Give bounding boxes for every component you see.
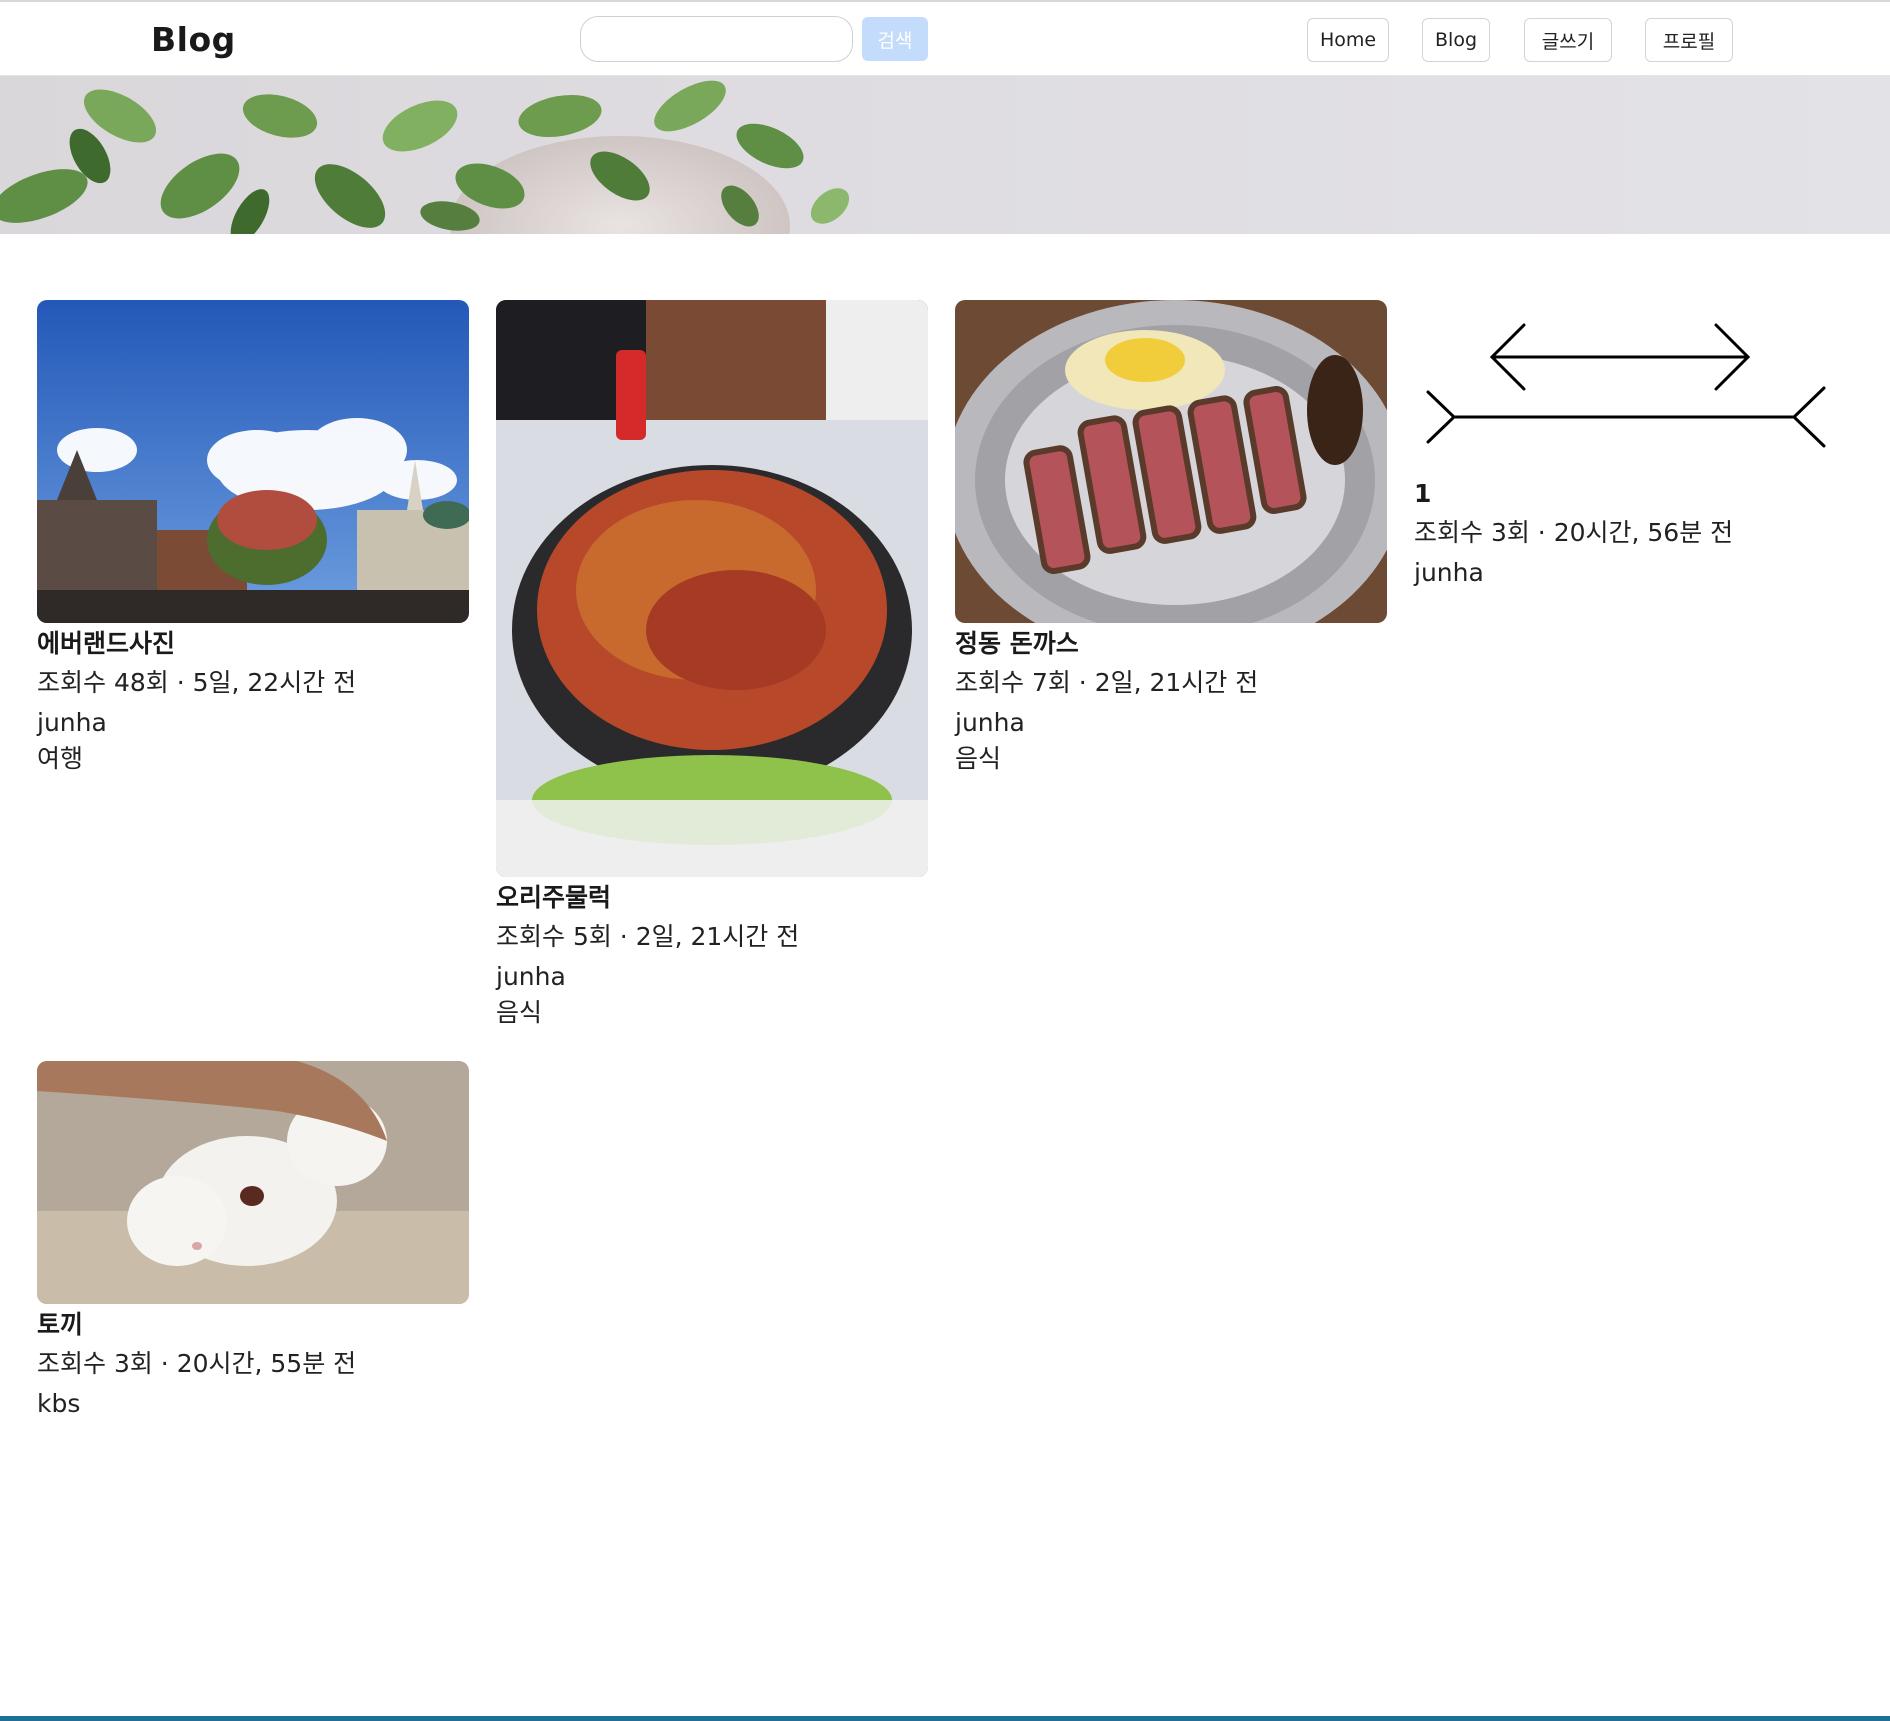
- post-meta: 조회수 3회 · 20시간, 56분 전: [1414, 518, 1734, 547]
- nav-write-button[interactable]: 글쓰기: [1524, 18, 1612, 62]
- pork-cutlet-photo: [955, 300, 1387, 623]
- post-category: 음식: [496, 998, 543, 1027]
- post-meta: 조회수 3회 · 20시간, 55분 전: [37, 1349, 357, 1378]
- post-thumbnail[interactable]: [37, 1061, 469, 1304]
- search-input[interactable]: [580, 16, 853, 62]
- plant-banner-image: [0, 80, 850, 234]
- nav-home-button[interactable]: Home: [1307, 18, 1389, 62]
- post-category: 음식: [955, 744, 1002, 773]
- amusement-park-photo: [37, 300, 469, 623]
- post-author: junha: [496, 962, 566, 991]
- post-title[interactable]: 토끼: [37, 1310, 469, 1340]
- arrow-illusion-diagram: [1414, 300, 1846, 473]
- post-thumbnail[interactable]: [496, 300, 928, 877]
- search-button[interactable]: 검색: [862, 17, 928, 61]
- post-meta: 조회수 7회 · 2일, 21시간 전: [955, 668, 1259, 697]
- post-author: junha: [955, 708, 1025, 737]
- post-meta: 조회수 5회 · 2일, 21시간 전: [496, 922, 800, 951]
- top-navbar: Blog 검색 Home Blog 글쓰기 프로필: [0, 2, 1890, 76]
- post-thumbnail[interactable]: [1414, 300, 1846, 473]
- post-meta: 조회수 48회 · 5일, 22시간 전: [37, 668, 357, 697]
- post-title[interactable]: 1: [1414, 479, 1846, 509]
- post-author: junha: [1414, 558, 1484, 587]
- bottom-bar: [0, 1716, 1890, 1721]
- post-category: 여행: [37, 744, 84, 773]
- nav-blog-button[interactable]: Blog: [1422, 18, 1490, 62]
- post-thumbnail[interactable]: [37, 300, 469, 623]
- post-title[interactable]: 정동 돈까스: [955, 629, 1387, 659]
- hero-banner: [0, 76, 1890, 234]
- post-title[interactable]: 오리주물럭: [496, 883, 928, 913]
- brand-logo[interactable]: Blog: [151, 20, 236, 59]
- post-card[interactable]: 에버랜드사진 조회수 48회 · 5일, 22시간 전 junha 여행: [37, 300, 469, 775]
- post-author: kbs: [37, 1389, 81, 1418]
- post-card[interactable]: 1 조회수 3회 · 20시간, 56분 전 junha: [1414, 300, 1846, 589]
- post-thumbnail[interactable]: [955, 300, 1387, 623]
- post-card[interactable]: 정동 돈까스 조회수 7회 · 2일, 21시간 전 junha 음식: [955, 300, 1387, 775]
- post-title[interactable]: 에버랜드사진: [37, 629, 469, 659]
- post-card[interactable]: 토끼 조회수 3회 · 20시간, 55분 전 kbs: [37, 1061, 469, 1420]
- post-card[interactable]: 오리주물럭 조회수 5회 · 2일, 21시간 전 junha 음식: [496, 300, 928, 1029]
- stir-fried-duck-photo: [496, 300, 928, 877]
- post-author: junha: [37, 708, 107, 737]
- white-rabbit-photo: [37, 1061, 469, 1304]
- nav-profile-button[interactable]: 프로필: [1645, 18, 1733, 62]
